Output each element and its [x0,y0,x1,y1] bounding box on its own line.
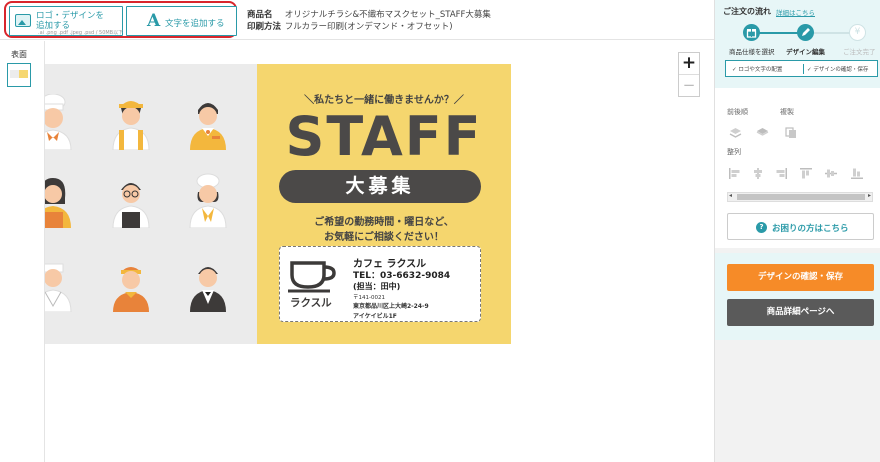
zoom-control: + − [678,52,700,97]
help-button-label: お困りの方はこちら [772,224,849,234]
send-backward-icon[interactable] [729,124,742,138]
text-a-icon: A [147,11,161,31]
cafe-contact-person: (担当：田中) [353,282,401,291]
page-front-label: 表面 [11,50,27,59]
yen-icon: ¥ [849,24,866,41]
scrollbar-thumb[interactable] [737,194,865,200]
align-left-icon[interactable] [729,164,741,179]
print-method-key: 印刷方法 [247,22,282,32]
zoom-in-button[interactable]: + [679,53,699,75]
order-flow: ご注文の流れ 詳細はこちら ¥ 商品仕様を選択 デザイン編集 ご注文完了 ✓ ロ… [715,0,880,88]
bartender-illustration [186,256,230,312]
step-design-edit-label: デザイン編集 [786,48,825,56]
top-toolbar: ロゴ・デザインを 追加する .ai .png .pdf .jpeg .psd /… [0,0,714,40]
action-area: デザインの確認・保存 商品詳細ページへ [715,253,880,340]
order-flow-title: ご注文の流れ [723,7,771,16]
flyer-subheadline[interactable]: 大募集 [279,170,481,203]
product-name-value: オリジナルチラシ&不織布マスクセット_STAFF大募集 [284,10,491,20]
align-right-icon[interactable] [775,164,787,179]
product-name-key: 商品名 [247,10,273,20]
question-icon: ? [756,222,767,233]
product-detail-page-button[interactable]: 商品詳細ページへ [727,299,874,326]
waitress-illustration [109,94,153,150]
object-tools: 前後順 複製 整列 ◂ ▸ ? お困りの方はこちら [715,88,880,248]
align-center-icon[interactable] [752,164,764,179]
right-panel: ご注文の流れ 詳細はこちら ¥ 商品仕様を選択 デザイン編集 ご注文完了 ✓ ロ… [714,0,880,462]
print-method-value: フルカラー印刷(オンデマンド・オフセット) [284,22,453,32]
add-content-highlight: ロゴ・デザインを 追加する .ai .png .pdf .jpeg .psd /… [4,1,237,38]
coffee-cup-logo-icon [288,259,340,297]
pencil-icon [797,24,814,41]
zoom-out-button[interactable]: − [679,75,699,96]
help-button[interactable]: ? お困りの方はこちら [727,213,874,240]
order-label: 前後順 [727,108,748,116]
staff-woman-illustration [45,172,75,228]
page-thumbnail-front[interactable] [7,63,31,87]
cafe-address-line1: 東京都品川区上大崎2-24-9 [353,303,429,310]
recruit-text-panel: ＼私たちと一緒に働きませんか？／ STAFF 大募集 ご希望の勤務時間・曜日など… [257,64,511,344]
flyer-message-line1[interactable]: ご希望の勤務時間・曜日など、 [257,213,511,228]
add-text-button[interactable]: A 文字を追加する [126,6,237,36]
cook-woman-illustration [186,172,230,228]
substep-confirm-save: ✓ デザインの確認・保存 [807,67,869,73]
step-select-spec-label: 商品仕様を選択 [729,48,775,56]
barista-illustration [109,172,153,228]
waiter-illustration [186,94,230,150]
pages-sidebar: 表面 [0,41,45,462]
copy-label: 複製 [780,108,794,116]
brand-logo-text: ラクスル [290,297,332,309]
product-name-row: 商品名 オリジナルチラシ&不織布マスクセット_STAFF大募集 [247,8,491,20]
flyer-catchphrase[interactable]: ＼私たちと一緒に働きませんか？／ [257,91,511,106]
duplicate-icon[interactable] [785,124,797,138]
chef-illustration [45,94,75,150]
design-substeps: ✓ ロゴや文字の配置 ✓ デザインの確認・保存 [725,60,878,77]
cafe-address-line2: アイケイビル1F [353,313,397,320]
bring-forward-icon[interactable] [756,124,769,136]
confirm-save-design-button[interactable]: デザインの確認・保存 [727,264,874,291]
add-logo-button[interactable]: ロゴ・デザインを 追加する .ai .png .pdf .jpeg .psd /… [9,6,123,36]
cafe-phone: TEL：03-6632-9084 [353,271,451,281]
staff-illustration-panel [45,64,257,344]
align-top-icon[interactable] [800,164,812,179]
print-method-row: 印刷方法 フルカラー印刷(オンデマンド・オフセット) [247,20,453,32]
align-middle-icon[interactable] [825,164,837,178]
cafe-postal-code: 〒141-0021 [353,295,385,301]
fastfood-staff-illustration [109,256,153,312]
align-label: 整列 [727,148,741,156]
order-flow-detail-link[interactable]: 詳細はこちら [776,7,815,17]
flyer-message-line2[interactable]: お気軽にご相談ください！ [257,228,511,243]
design-editor: ロゴ・デザインを 追加する .ai .png .pdf .jpeg .psd /… [0,0,880,462]
gift-icon [743,24,760,41]
scroll-right-arrow-icon[interactable]: ▸ [868,192,871,199]
tools-horizontal-scrollbar[interactable]: ◂ ▸ [727,192,873,202]
shop-info-card[interactable]: ラクスル カフェ ラクスル TEL：03-6632-9084 (担当：田中) 〒… [279,246,481,322]
scroll-left-arrow-icon[interactable]: ◂ [729,192,732,199]
image-icon [15,14,31,27]
flyer-design[interactable]: ＼私たちと一緒に働きませんか？／ STAFF 大募集 ご希望の勤務時間・曜日など… [45,64,511,344]
flyer-headline[interactable]: STAFF [257,108,511,166]
substep-place-logo-text: ✓ ロゴや文字の配置 [732,67,783,73]
add-logo-file-hint: .ai .png .pdf .jpeg .psd / 50MB以下 [38,30,124,36]
add-text-label: 文字を追加する [165,19,225,29]
sushi-chef-illustration [45,256,75,312]
align-bottom-icon[interactable] [851,164,863,179]
step-order-complete-label: ご注文完了 [843,48,876,56]
